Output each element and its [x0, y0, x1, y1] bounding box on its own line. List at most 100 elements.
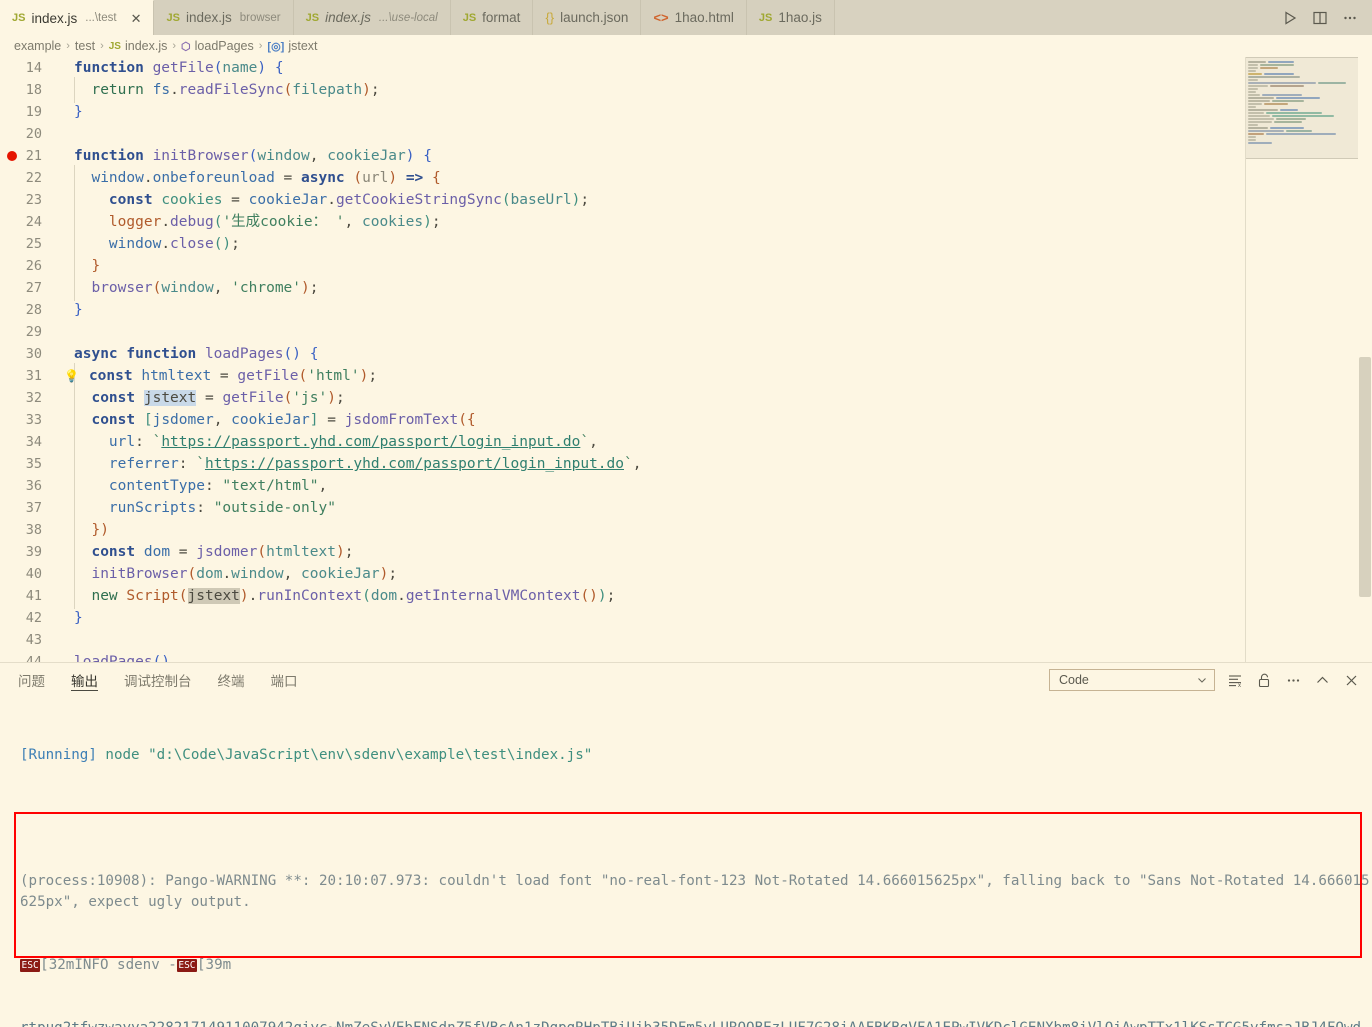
code-line: 25 window.close();: [0, 231, 1372, 257]
breadcrumb-label: test: [74, 39, 96, 53]
line-number: 32: [25, 390, 42, 406]
breadcrumb-label: index.js: [124, 39, 168, 53]
code-line: 31 💡 const htmltext = getFile('html');: [0, 363, 1372, 389]
svg-text:x: x: [1238, 683, 1241, 689]
breadcrumb-label: loadPages: [194, 39, 254, 53]
esc-line-tail: [39m: [197, 957, 232, 973]
html-file-icon: <>: [653, 10, 669, 25]
chevron-right-icon: ›: [66, 40, 70, 52]
tab-label: launch.json: [560, 10, 629, 25]
js-file-icon: JS: [758, 11, 773, 24]
minimap-slider[interactable]: [1246, 57, 1358, 159]
breadcrumb-item-loadPages[interactable]: ⬡ loadPages: [181, 39, 254, 53]
panel-tab-terminal[interactable]: 终端: [218, 663, 245, 697]
line-number: 35: [25, 456, 42, 472]
breadcrumb-item-index-js[interactable]: JS index.js: [109, 39, 168, 53]
output-line-running: [Running] node "d:\Code\JavaScript\env\s…: [20, 745, 1372, 766]
editor-scrollbar[interactable]: [1358, 57, 1372, 662]
js-file-icon: JS: [462, 11, 477, 24]
code-line: 40 initBrowser(dom.window, cookieJar);: [0, 561, 1372, 587]
code-line: 39 const dom = jsdomer(htmltext);: [0, 539, 1372, 565]
code-line: 42}: [0, 607, 1372, 629]
code-line: 44 loadPages(): [0, 651, 1372, 662]
output-line-esc: ESC [32mINFO sdenv - ESC [39m: [20, 955, 1372, 976]
editor-tab-index-js-browser[interactable]: JS index.js browser: [154, 0, 294, 35]
code-line: 14 function getFile(name) {: [0, 57, 1372, 79]
editor-tab-1hao-html[interactable]: <> 1hao.html: [641, 0, 747, 35]
panel-tab-debug-console[interactable]: 调试控制台: [124, 663, 192, 697]
code-line: 37 runScripts: "outside-only": [0, 495, 1372, 521]
tab-label: index.js: [31, 10, 78, 26]
line-number: 37: [25, 500, 42, 516]
code-line: 19}: [0, 101, 1372, 123]
tab-sublabel: ...\use-local: [378, 11, 438, 24]
code-line: 38 }): [0, 517, 1372, 543]
line-number: 26: [25, 258, 42, 274]
editor-tab-index-js-use-local[interactable]: JS index.js ...\use-local: [293, 0, 451, 35]
maximize-panel-icon[interactable]: [1314, 672, 1331, 689]
breadcrumb-item-test[interactable]: test: [75, 39, 95, 53]
code-lines[interactable]: 14 function getFile(name) { 18 return fs.…: [0, 57, 1372, 662]
editor-tab-1hao-js[interactable]: JS 1hao.js: [746, 0, 835, 35]
line-number: 28: [25, 302, 42, 318]
line-number: 41: [25, 588, 42, 604]
js-file-icon: JS: [166, 11, 180, 24]
editor-tab-format[interactable]: JS format: [450, 0, 534, 35]
js-file-icon: JS: [12, 12, 26, 24]
line-number: 44: [25, 654, 42, 662]
line-number: 42: [25, 610, 42, 626]
code-line: 18 return fs.readFileSync(filepath);: [0, 77, 1372, 103]
lightbulb-icon[interactable]: 💡: [64, 369, 79, 383]
panel-tab-output[interactable]: 输出: [71, 663, 98, 697]
esc-marker: ESC: [176, 959, 198, 972]
code-line: 43: [0, 629, 1372, 651]
variable-symbol-icon: [◎]: [267, 40, 285, 53]
code-line: 32 const jstext = getFile('js');: [0, 385, 1372, 411]
more-actions-icon[interactable]: [1285, 672, 1302, 689]
tab-label: format: [482, 10, 521, 25]
running-command: node "d:\Code\JavaScript\env\sdenv\examp…: [96, 747, 593, 763]
code-line: 41 new Script(jstext).runInContext(dom.g…: [0, 583, 1372, 609]
close-panel-icon[interactable]: [1343, 672, 1360, 689]
esc-marker: ESC: [20, 959, 41, 972]
more-actions-icon[interactable]: [1342, 10, 1358, 26]
json-file-icon: {}: [545, 10, 555, 25]
code-line: 23 const cookies = cookieJar.getCookieSt…: [0, 187, 1372, 213]
line-number: 23: [25, 192, 42, 208]
tab-sublabel: browser: [239, 11, 281, 24]
run-code-icon[interactable]: [1282, 10, 1298, 26]
line-number: 29: [25, 324, 42, 340]
line-number: 39: [25, 544, 42, 560]
output-content[interactable]: [Running] node "d:\Code\JavaScript\env\s…: [0, 697, 1372, 1027]
panel-tab-bar: 问题 输出 调试控制台 终端 端口 Code x: [0, 663, 1372, 697]
line-number: 31: [25, 368, 42, 384]
breadcrumb-item-jstext[interactable]: [◎] jstext: [267, 39, 317, 53]
chevron-down-icon: [1198, 678, 1206, 683]
bottom-panel: 问题 输出 调试控制台 终端 端口 Code x [Running] node …: [0, 662, 1372, 1027]
chevron-right-icon: ›: [258, 40, 263, 52]
close-icon[interactable]: ✕: [131, 12, 142, 25]
line-number: 33: [25, 412, 42, 428]
editor-tab-launch-json[interactable]: {} launch.json: [533, 0, 642, 35]
editor-tab-index-js-test[interactable]: JS index.js ...\test ✕: [0, 0, 155, 35]
breadcrumb-item-example[interactable]: example: [14, 39, 61, 53]
code-line: 24 logger.debug('生成cookie： ', cookies);: [0, 209, 1372, 235]
tab-label: 1hao.html: [674, 10, 734, 25]
line-number: 25: [25, 236, 42, 252]
breadcrumb: example › test › JS index.js › ⬡ loadPag…: [0, 35, 1372, 57]
clear-output-icon[interactable]: x: [1227, 672, 1244, 689]
code-editor[interactable]: 14 function getFile(name) { 18 return fs.…: [0, 57, 1372, 662]
panel-tab-ports[interactable]: 端口: [271, 663, 298, 697]
breakpoint-icon[interactable]: [7, 151, 17, 161]
tab-label: index.js: [325, 10, 371, 25]
code-line: 33 const [jsdomer, cookieJar] = jsdomFro…: [0, 407, 1372, 433]
lock-scroll-icon[interactable]: [1256, 672, 1273, 689]
editor-scrollbar-thumb[interactable]: [1359, 357, 1371, 597]
split-editor-icon[interactable]: [1312, 10, 1328, 26]
panel-tab-problems[interactable]: 问题: [18, 663, 45, 697]
output-channel-select[interactable]: Code: [1049, 669, 1215, 691]
method-symbol-icon: ⬡: [181, 40, 191, 53]
code-line: 20: [0, 123, 1372, 145]
tab-label: 1hao.js: [778, 10, 822, 25]
code-line: 22 window.onbeforeunload = async (url) =…: [0, 165, 1372, 191]
